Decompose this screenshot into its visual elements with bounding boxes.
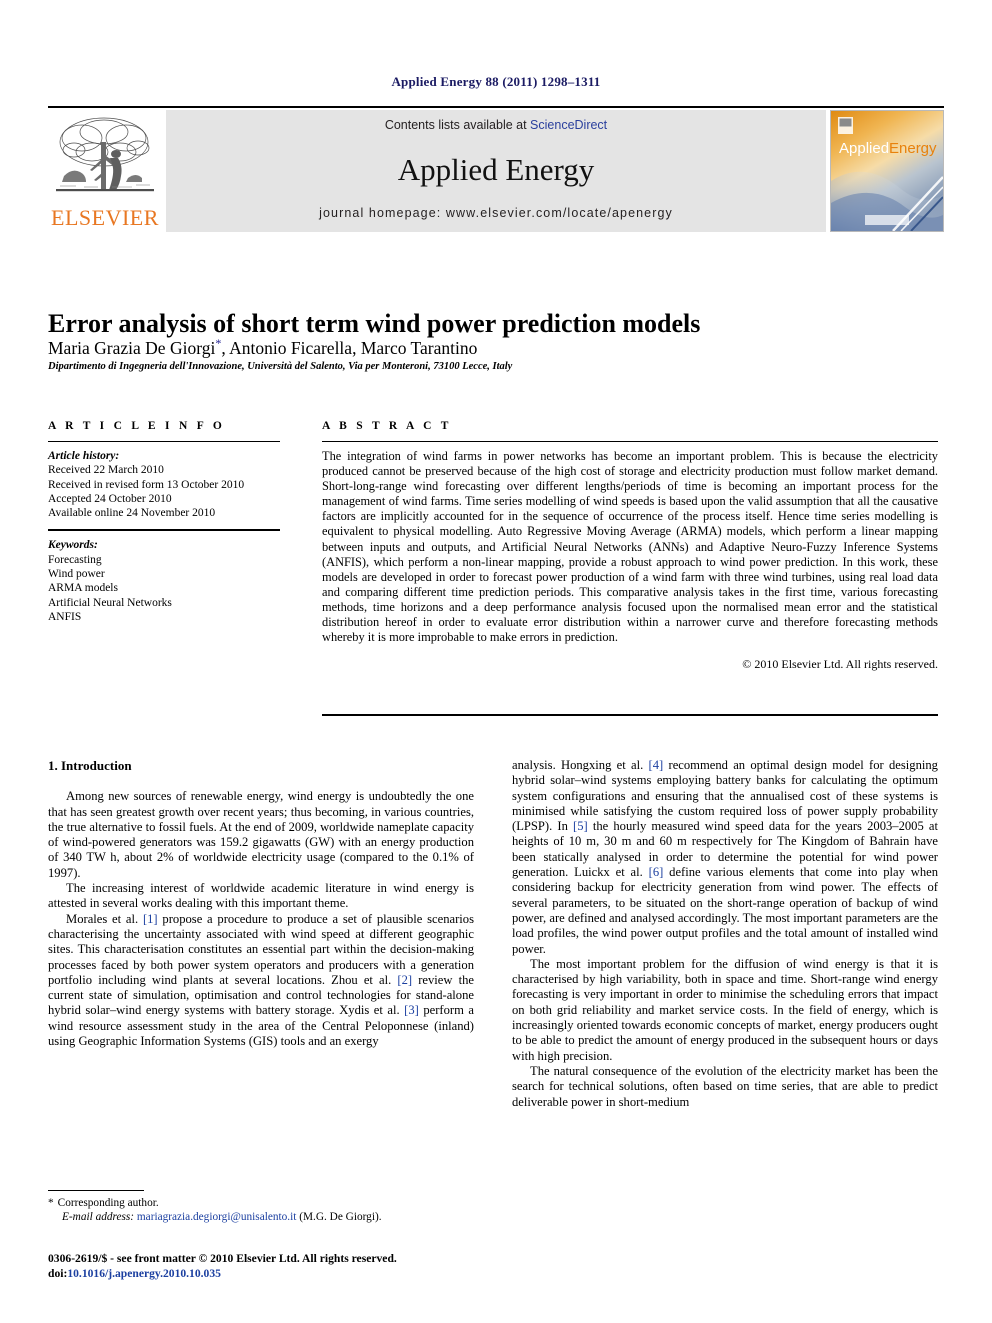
body-column-left: 1. Introduction Among new sources of ren…	[48, 758, 474, 1049]
journal-header-center: Contents lists available at ScienceDirec…	[166, 110, 826, 232]
email-link[interactable]: mariagrazia.degiorgi@unisalento.it	[137, 1211, 297, 1223]
affiliation: Dipartimento di Ingegneria dell'Innovazi…	[48, 361, 513, 372]
history-item: Available online 24 November 2010	[48, 507, 216, 520]
svg-text:Energy: Energy	[889, 140, 937, 157]
article-info-heading: A R T I C L E I N F O	[48, 420, 226, 432]
history-item: Received in revised form 13 October 2010	[48, 478, 245, 491]
email-owner: (M.G. De Giorgi).	[299, 1211, 382, 1223]
email-label: E-mail address:	[62, 1211, 135, 1223]
citation-ref-6[interactable]: [6]	[649, 865, 664, 879]
imprint-block: 0306-2619/$ - see front matter © 2010 El…	[48, 1252, 518, 1281]
paragraph: Among new sources of renewable energy, w…	[48, 789, 474, 880]
text-run: Morales et al.	[66, 911, 143, 926]
corresponding-author-note: * Corresponding author.	[48, 1196, 474, 1210]
keyword-item: Forecasting	[48, 553, 102, 566]
paragraph: The natural consequence of the evolution…	[512, 1063, 938, 1109]
sciencedirect-link[interactable]: ScienceDirect	[530, 118, 607, 132]
journal-header-band: ELSEVIER Contents lists available at Sci…	[48, 110, 944, 232]
paragraph: Morales et al. [1] propose a procedure t…	[48, 912, 474, 1050]
footnote-rule	[48, 1190, 144, 1191]
section-heading-introduction: 1. Introduction	[48, 758, 132, 773]
journal-homepage-line[interactable]: journal homepage: www.elsevier.com/locat…	[166, 206, 826, 220]
contents-lists-line: Contents lists available at ScienceDirec…	[166, 118, 826, 132]
abstract-rule	[322, 441, 938, 442]
journal-title: Applied Energy	[397, 152, 595, 187]
asterisk-icon: *	[48, 1197, 54, 1209]
doi-link[interactable]: 10.1016/j.apenergy.2010.10.035	[67, 1267, 221, 1280]
abstract-bottom-rule	[322, 714, 938, 716]
citation-ref-4[interactable]: [4]	[649, 758, 664, 772]
keyword-item: ARMA models	[48, 582, 118, 595]
citation-ref-3[interactable]: [3]	[404, 1003, 419, 1017]
issn-line: 0306-2619/$ - see front matter © 2010 El…	[48, 1252, 397, 1265]
journal-cover-thumbnail: Applied Energy	[830, 110, 944, 232]
contents-lists-prefix: Contents lists available at	[384, 118, 531, 132]
paragraph: The most important problem for the diffu…	[512, 956, 938, 1063]
elsevier-wordmark: ELSEVIER	[51, 205, 159, 230]
article-info-rule	[48, 441, 280, 442]
elsevier-logo: ELSEVIER	[48, 110, 162, 232]
email-note: E-mail address: mariagrazia.degiorgi@uni…	[48, 1210, 474, 1224]
text-run: analysis. Hongxing et al.	[512, 758, 649, 772]
footnote-block: * Corresponding author. E-mail address: m…	[48, 1196, 474, 1224]
keywords-label: Keywords:	[48, 539, 98, 552]
history-item: Accepted 24 October 2010	[48, 492, 172, 505]
article-history-label: Article history:	[48, 450, 120, 462]
article-history: Article history: Received 22 March 2010 …	[48, 449, 280, 520]
citation-ref-2[interactable]: [2]	[397, 973, 412, 987]
doi-label: doi:	[48, 1266, 68, 1280]
keyword-item: Artificial Neural Networks	[48, 596, 172, 609]
paragraph: analysis. Hongxing et al. [4] recommend …	[512, 758, 938, 957]
keyword-item: ANFIS	[48, 610, 82, 623]
header-top-rule	[48, 106, 944, 108]
keywords-rule	[48, 529, 280, 532]
abstract-text: The integration of wind farms in power n…	[322, 449, 938, 645]
paragraph: The increasing interest of worldwide aca…	[48, 881, 474, 911]
author-corresponding: Maria Grazia De Giorgi	[48, 337, 216, 358]
citation-ref-5[interactable]: [5]	[573, 819, 588, 833]
svg-text:Applied: Applied	[839, 140, 889, 157]
article-info-section: A R T I C L E I N F O Article history: R…	[48, 420, 280, 624]
keyword-item: Wind power	[48, 568, 105, 581]
running-head: Applied Energy 88 (2011) 1298–1311	[391, 74, 601, 89]
article-page: Applied Energy 88 (2011) 1298–1311 ELSEV…	[0, 0, 992, 1323]
corresponding-author-text: Corresponding author.	[57, 1197, 159, 1209]
author-others: , Antonio Ficarella, Marco Tarantino	[221, 337, 478, 358]
keywords-section: Keywords: Forecasting Wind power ARMA mo…	[48, 538, 280, 624]
abstract-copyright: © 2010 Elsevier Ltd. All rights reserved…	[742, 657, 938, 672]
author-list: Maria Grazia De Giorgi*, Antonio Ficarel…	[48, 333, 938, 359]
elsevier-tree-icon	[54, 114, 156, 204]
abstract-heading: A B S T R A C T	[322, 420, 452, 432]
abstract-section: A B S T R A C T The integration of wind …	[322, 420, 938, 672]
doi-line: doi:10.1016/j.apenergy.2010.10.035	[48, 1267, 518, 1282]
citation-ref-1[interactable]: [1]	[143, 912, 158, 926]
history-item: Received 22 March 2010	[48, 464, 164, 477]
body-column-right: analysis. Hongxing et al. [4] recommend …	[512, 758, 938, 1110]
